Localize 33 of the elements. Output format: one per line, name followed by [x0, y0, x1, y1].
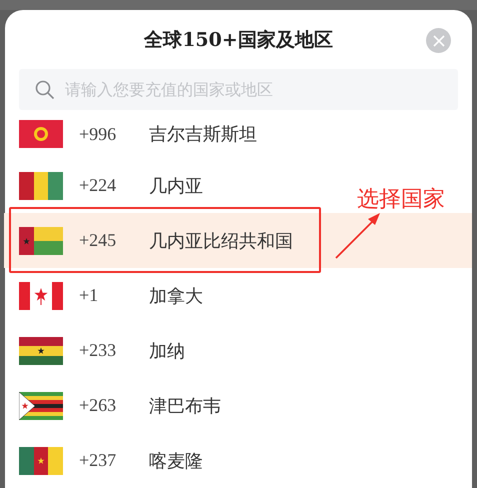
country-name: 几内亚: [149, 174, 203, 198]
flag-icon: [19, 282, 63, 310]
country-row[interactable]: +996 吉尔吉斯斯坦: [4, 110, 267, 158]
dial-code: +263: [79, 395, 118, 416]
country-name: 加拿大: [149, 284, 203, 308]
flag-icon: [19, 172, 63, 200]
sheet-title: 全球150+国家及地区: [144, 28, 333, 53]
close-icon: [432, 34, 444, 46]
dial-code: +996: [79, 124, 118, 144]
search-icon: [35, 80, 55, 100]
country-row[interactable]: +237 喀麦隆: [4, 433, 213, 488]
country-name: 加纳: [149, 340, 185, 362]
country-name: 吉尔吉斯斯坦: [149, 123, 257, 146]
close-button[interactable]: [426, 28, 451, 53]
country-row[interactable]: +233 加纳: [4, 323, 195, 378]
dial-code: +245: [79, 230, 118, 251]
country-name: 津巴布韦: [149, 394, 221, 418]
flag-icon: [19, 336, 63, 364]
country-row[interactable]: +224 几内亚: [4, 158, 213, 213]
dial-code: +1: [79, 285, 100, 306]
flag-icon: [19, 226, 63, 254]
country-row[interactable]: +263 津巴布韦: [4, 378, 231, 433]
dial-code: +237: [79, 450, 118, 471]
country-name: 喀麦隆: [149, 450, 203, 472]
flag-icon: [19, 120, 63, 148]
dial-code: +233: [79, 340, 118, 361]
flag-icon: [19, 446, 63, 474]
country-row[interactable]: +1 加拿大: [4, 268, 213, 323]
flag-icon: [19, 392, 63, 420]
country-name: 几内亚比绍共和国: [149, 230, 293, 252]
country-row[interactable]: +245 几内亚比绍共和国: [4, 213, 472, 268]
annotation-label: 选择国家: [357, 186, 445, 214]
dial-code: +224: [79, 175, 118, 196]
